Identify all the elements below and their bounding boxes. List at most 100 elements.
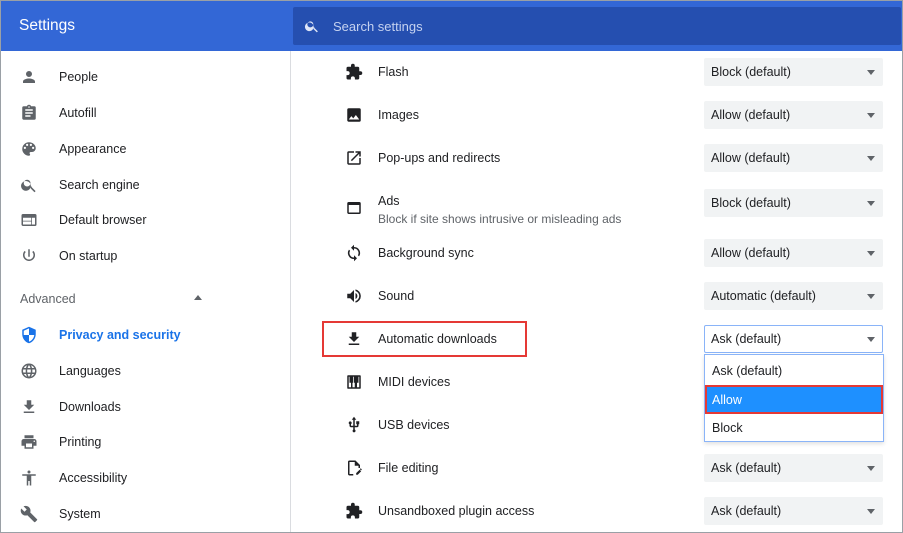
open-in-new-icon bbox=[345, 149, 363, 167]
dropdown-option-block[interactable]: Block bbox=[705, 413, 883, 442]
select-value: Ask (default) bbox=[711, 461, 782, 475]
select-value: Allow (default) bbox=[711, 151, 791, 165]
option-label: Allow bbox=[712, 393, 742, 407]
sidebar-item-label: Default browser bbox=[59, 213, 147, 227]
piano-icon bbox=[345, 373, 363, 391]
unsandboxed-plugin-select[interactable]: Ask (default) bbox=[704, 497, 883, 525]
automatic-downloads-select[interactable]: Ask (default) bbox=[704, 325, 883, 353]
sound-select[interactable]: Automatic (default) bbox=[704, 282, 883, 310]
chevron-down-icon bbox=[867, 201, 875, 206]
download-icon bbox=[345, 330, 363, 348]
chevron-down-icon bbox=[867, 509, 875, 514]
sidebar-item-label: Appearance bbox=[59, 142, 127, 156]
permission-label: USB devices bbox=[378, 418, 450, 432]
select-value: Block (default) bbox=[711, 65, 791, 79]
sidebar-item-label: People bbox=[59, 70, 98, 84]
permission-row-unsandboxed-plugin[interactable]: Unsandboxed plugin access Ask (default) bbox=[292, 490, 902, 532]
select-value: Ask (default) bbox=[711, 332, 782, 346]
permission-label: Pop-ups and redirects bbox=[378, 151, 501, 165]
chevron-up-icon bbox=[194, 295, 202, 300]
permission-label: Images bbox=[378, 108, 419, 122]
flash-select[interactable]: Block (default) bbox=[704, 58, 883, 86]
sidebar-item-people[interactable]: People bbox=[1, 59, 291, 95]
select-value: Block (default) bbox=[711, 196, 791, 210]
search-icon bbox=[304, 21, 318, 33]
permission-row-sound[interactable]: Sound Automatic (default) bbox=[292, 275, 902, 318]
image-icon bbox=[345, 106, 363, 124]
sidebar-item-accessibility[interactable]: Accessibility bbox=[1, 460, 291, 496]
permission-label: MIDI devices bbox=[378, 375, 451, 389]
sidebar-item-appearance[interactable]: Appearance bbox=[1, 131, 291, 167]
sidebar-item-label: System bbox=[59, 507, 101, 521]
sidebar-item-printing[interactable]: Printing bbox=[1, 424, 291, 460]
sidebar-item-label: Autofill bbox=[59, 106, 97, 120]
background-sync-select[interactable]: Allow (default) bbox=[704, 239, 883, 267]
ads-select[interactable]: Block (default) bbox=[704, 189, 883, 217]
chevron-down-icon bbox=[867, 113, 875, 118]
sync-icon bbox=[345, 244, 363, 262]
shield-icon bbox=[20, 326, 38, 344]
sidebar-item-autofill[interactable]: Autofill bbox=[1, 95, 291, 131]
printer-icon bbox=[20, 433, 38, 451]
permission-sublabel: Block if site shows intrusive or mislead… bbox=[378, 212, 622, 226]
search-icon bbox=[20, 176, 38, 194]
settings-window: Settings People Autofill Appearance Sear… bbox=[0, 0, 903, 533]
option-label: Block bbox=[712, 421, 743, 435]
sidebar-item-privacy-and-security[interactable]: Privacy and security bbox=[1, 317, 291, 353]
sidebar-item-system[interactable]: System bbox=[1, 496, 291, 532]
power-icon bbox=[20, 247, 38, 265]
sidebar-item-label: On startup bbox=[59, 249, 118, 263]
sidebar: People Autofill Appearance Search engine… bbox=[1, 51, 291, 532]
sidebar-item-label: Search engine bbox=[59, 178, 140, 192]
wrench-icon bbox=[20, 505, 38, 523]
chevron-down-icon bbox=[867, 251, 875, 256]
sidebar-item-search-engine[interactable]: Search engine bbox=[1, 167, 291, 203]
popups-select[interactable]: Allow (default) bbox=[704, 144, 883, 172]
accessibility-icon bbox=[20, 469, 38, 487]
browser-icon bbox=[20, 211, 38, 229]
permission-label: Sound bbox=[378, 289, 415, 303]
sidebar-item-label: Downloads bbox=[59, 400, 121, 414]
permission-row-images[interactable]: Images Allow (default) bbox=[292, 94, 902, 137]
content-panel: Flash Block (default) Images Allow (defa… bbox=[292, 51, 902, 532]
select-value: Allow (default) bbox=[711, 108, 791, 122]
chevron-down-icon bbox=[867, 337, 875, 342]
advanced-section-toggle[interactable]: Advanced bbox=[1, 281, 291, 317]
permission-row-popups[interactable]: Pop-ups and redirects Allow (default) bbox=[292, 137, 902, 180]
puzzle-icon bbox=[345, 63, 363, 81]
select-value: Allow (default) bbox=[711, 246, 791, 260]
download-icon bbox=[20, 398, 38, 416]
chevron-down-icon bbox=[867, 466, 875, 471]
ads-window-icon bbox=[345, 199, 363, 217]
permission-label: Automatic downloads bbox=[378, 332, 497, 346]
permission-row-ads[interactable]: Ads Block if site shows intrusive or mis… bbox=[292, 180, 902, 237]
permission-label: Background sync bbox=[378, 246, 474, 260]
sidebar-item-default-browser[interactable]: Default browser bbox=[1, 202, 291, 238]
permission-label: Unsandboxed plugin access bbox=[378, 504, 535, 518]
permission-row-flash[interactable]: Flash Block (default) bbox=[292, 51, 902, 94]
images-select[interactable]: Allow (default) bbox=[704, 101, 883, 129]
permission-label: Flash bbox=[378, 65, 409, 79]
sidebar-item-downloads[interactable]: Downloads bbox=[1, 389, 291, 425]
search-box[interactable] bbox=[293, 7, 901, 45]
person-icon bbox=[20, 68, 38, 86]
sidebar-item-languages[interactable]: Languages bbox=[1, 353, 291, 389]
chevron-down-icon bbox=[867, 70, 875, 75]
globe-icon bbox=[20, 362, 38, 380]
sidebar-item-label: Accessibility bbox=[59, 471, 128, 485]
select-value: Automatic (default) bbox=[711, 289, 816, 303]
puzzle-icon bbox=[345, 502, 363, 520]
clipboard-icon bbox=[20, 104, 38, 122]
usb-icon bbox=[345, 416, 363, 434]
advanced-label: Advanced bbox=[20, 292, 76, 306]
dropdown-option-ask[interactable]: Ask (default) bbox=[705, 356, 883, 385]
sidebar-item-on-startup[interactable]: On startup bbox=[1, 238, 291, 274]
permission-row-file-editing[interactable]: File editing Ask (default) bbox=[292, 447, 902, 490]
file-editing-select[interactable]: Ask (default) bbox=[704, 454, 883, 482]
permission-row-background-sync[interactable]: Background sync Allow (default) bbox=[292, 232, 902, 275]
volume-icon bbox=[345, 287, 363, 305]
dropdown-option-allow[interactable]: Allow bbox=[705, 385, 883, 414]
sidebar-item-label: Privacy and security bbox=[59, 328, 181, 342]
permission-label: Ads bbox=[378, 194, 400, 208]
search-input[interactable] bbox=[333, 7, 893, 45]
